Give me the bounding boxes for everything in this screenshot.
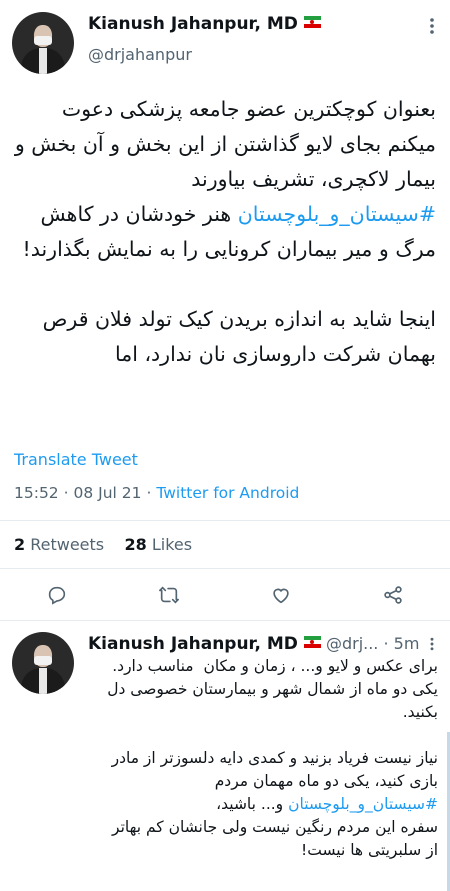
avatar[interactable] (12, 12, 74, 74)
reply-text-1: برای عکس و لایو و... ، زمان و مکان مناسب… (107, 657, 438, 790)
retweets-count: 2 (14, 535, 26, 554)
reply-author-name[interactable]: Kianush Jahanpur, MD (88, 634, 298, 654)
retweets-stat[interactable]: 2 Retweets (14, 535, 104, 554)
retweet-icon[interactable] (158, 584, 180, 610)
reply-more-options-icon[interactable] (424, 636, 440, 656)
author-name-text: Kianush Jahanpur, MD (88, 14, 298, 34)
likes-count: 28 (124, 535, 147, 554)
tweet-text-2: هنر خودشان در کاهش مرگ و میر بیماران کرو… (22, 202, 436, 366)
meta-separator: · (383, 634, 389, 653)
tweet-source[interactable]: Twitter for Android (156, 484, 299, 502)
divider (0, 620, 450, 621)
meta-separator: · (146, 484, 152, 502)
reply-body: برای عکس و لایو و... ، زمان و مکان مناسب… (96, 655, 438, 862)
reply-author-handle[interactable]: @drj... (326, 634, 378, 653)
reply-time[interactable]: 5m (394, 634, 420, 653)
meta-separator: · (63, 484, 69, 502)
likes-label: Likes (151, 535, 193, 554)
like-icon[interactable] (270, 584, 292, 610)
iran-flag-icon (303, 636, 321, 648)
reply-avatar[interactable] (12, 632, 74, 694)
iran-flag-icon (303, 16, 321, 28)
engagement-stats: 2 Retweets 28 Likes (14, 535, 192, 554)
reply-hashtag-link[interactable]: #سیستان_و_بلوچستان (288, 795, 438, 813)
tweet-meta: 15:52 · 08 Jul 21 · Twitter for Android (14, 484, 299, 502)
tweet-body: بعنوان کوچکترین عضو جامعه پزشکی دعوت میک… (14, 92, 436, 372)
translate-tweet-link[interactable]: Translate Tweet (14, 450, 138, 469)
reply-icon[interactable] (46, 584, 68, 610)
divider (0, 568, 450, 569)
reply-header: Kianush Jahanpur, MD @drj... · 5m (88, 634, 419, 654)
more-options-icon[interactable] (422, 16, 442, 41)
hashtag-link[interactable]: #سیستان_و_بلوچستان (238, 202, 436, 226)
avatar-mask (34, 656, 52, 665)
divider (0, 520, 450, 521)
tweet-time: 15:52 (14, 484, 59, 502)
author-name[interactable]: Kianush Jahanpur, MD (88, 14, 321, 34)
tweet-date[interactable]: 08 Jul 21 (73, 484, 141, 502)
share-icon[interactable] (382, 584, 404, 610)
tweet-text-1: بعنوان کوچکترین عضو جامعه پزشکی دعوت میک… (8, 97, 436, 191)
author-handle[interactable]: @drjahanpur (88, 45, 192, 64)
retweets-label: Retweets (30, 535, 105, 554)
avatar-shirt (39, 668, 47, 694)
likes-stat[interactable]: 28 Likes (124, 535, 192, 554)
avatar-shirt (39, 48, 47, 74)
avatar-mask (34, 36, 52, 45)
